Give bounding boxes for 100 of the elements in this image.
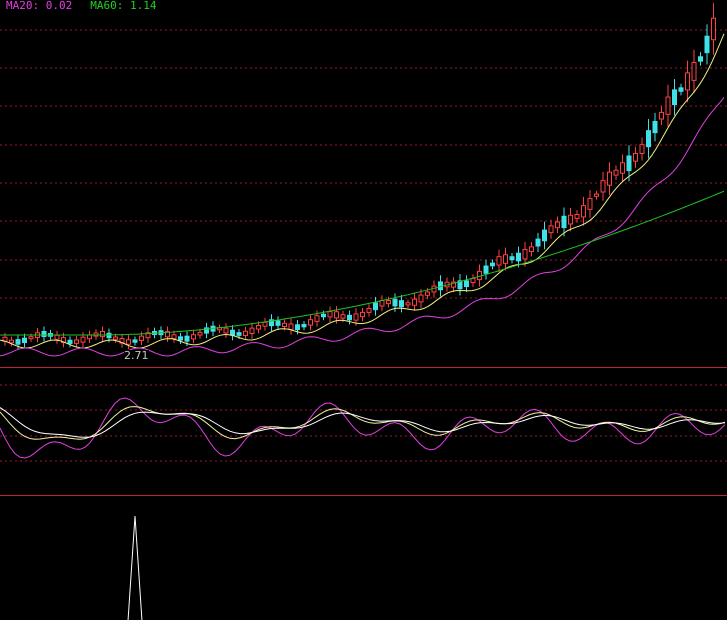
- candlestick: [61, 332, 66, 348]
- candlestick: [74, 335, 79, 348]
- candlestick: [321, 310, 326, 321]
- candlestick: [230, 324, 235, 341]
- candlestick: [588, 190, 592, 218]
- candlestick: [54, 330, 60, 344]
- candlestick: [120, 333, 124, 348]
- candlestick: [529, 242, 534, 257]
- candlestick: [42, 326, 46, 342]
- candlestick: [620, 154, 625, 182]
- candlestick: [698, 52, 703, 66]
- candlestick: [614, 164, 618, 180]
- candlestick: [458, 274, 462, 296]
- candlestick: [132, 336, 138, 346]
- candlestick: [204, 322, 209, 339]
- candlestick: [340, 310, 346, 323]
- candlestick: [210, 320, 216, 337]
- candlestick: [158, 326, 164, 340]
- candlestick: [80, 332, 86, 348]
- candlestick: [334, 306, 339, 324]
- indicator-legend: MA60: 1.14: [90, 0, 156, 12]
- candlestick: [191, 330, 196, 344]
- candlestick: [16, 334, 20, 350]
- candlestick: [386, 296, 391, 308]
- candlestick: [256, 320, 261, 334]
- candlestick: [600, 171, 606, 202]
- candlestick: [106, 328, 112, 343]
- candlestick: [2, 332, 8, 346]
- candlestick: [224, 322, 228, 338]
- candlestick: [640, 136, 644, 162]
- candlestick: [392, 292, 398, 312]
- candlestick: [510, 252, 514, 264]
- candlestick: [666, 84, 670, 128]
- candlestick: [35, 328, 40, 343]
- candlestick: [48, 329, 53, 340]
- candlestick: [172, 330, 176, 344]
- candlestick: [626, 144, 632, 182]
- candlestick: [146, 327, 150, 344]
- candlestick: [314, 310, 320, 328]
- candlestick: [711, 2, 716, 56]
- candlestick: [574, 210, 580, 224]
- candlestick: [548, 219, 554, 240]
- candlestick: [165, 326, 170, 342]
- candlestick: [380, 294, 384, 312]
- candlestick: [432, 280, 436, 298]
- candlestick: [373, 296, 378, 316]
- candlestick: [236, 328, 242, 340]
- candlestick: [516, 246, 521, 268]
- candlestick: [490, 259, 495, 270]
- candlestick: [412, 292, 417, 312]
- candlestick: [366, 304, 372, 318]
- indicator-legend: MA20: 0.02: [6, 0, 72, 12]
- candlestick: [672, 78, 677, 116]
- candlestick: [477, 264, 482, 288]
- candlestick: [704, 24, 710, 65]
- candlestick: [113, 333, 118, 344]
- candlestick: [347, 310, 352, 325]
- candlestick: [126, 334, 131, 350]
- candlestick: [87, 330, 92, 344]
- candlestick: [406, 299, 410, 309]
- candlestick: [243, 326, 248, 340]
- candlestick: [444, 277, 450, 292]
- candlestick: [562, 207, 566, 237]
- candlestick: [607, 162, 612, 196]
- candlestick: [288, 318, 294, 336]
- candlestick: [250, 322, 254, 340]
- candlestick: [451, 276, 456, 293]
- candlestick: [354, 308, 358, 326]
- candlestick: [262, 317, 268, 332]
- candlestick: [438, 274, 443, 297]
- candlestick: [139, 331, 144, 346]
- candlestick: [328, 306, 332, 323]
- candlestick: [302, 320, 306, 331]
- candlestick: [22, 333, 27, 348]
- candlestick: [94, 328, 98, 340]
- candlestick: [470, 274, 476, 288]
- candlestick: [28, 332, 34, 342]
- candlestick: [152, 327, 157, 339]
- candlestick: [295, 319, 300, 335]
- candlestick: [536, 232, 540, 253]
- candlestick: [184, 330, 190, 347]
- candlestick: [100, 326, 105, 342]
- candlestick: [594, 190, 599, 200]
- candlestick: [282, 318, 287, 331]
- candlestick: [269, 314, 274, 332]
- candlestick: [418, 288, 424, 309]
- candlestick: [276, 316, 280, 330]
- candlestick: [425, 288, 430, 300]
- candlestick: [198, 328, 202, 340]
- candlestick: [678, 83, 684, 96]
- candlestick: [496, 249, 502, 273]
- low-price-label: 2.71: [124, 350, 148, 362]
- candlestick: [217, 324, 222, 334]
- candlestick: [646, 118, 651, 159]
- candlestick: [68, 336, 72, 348]
- candlestick: [659, 106, 664, 126]
- candlestick: [685, 60, 690, 103]
- candlestick: [399, 294, 404, 313]
- candlestick: [568, 208, 573, 232]
- candlestick: [581, 196, 586, 226]
